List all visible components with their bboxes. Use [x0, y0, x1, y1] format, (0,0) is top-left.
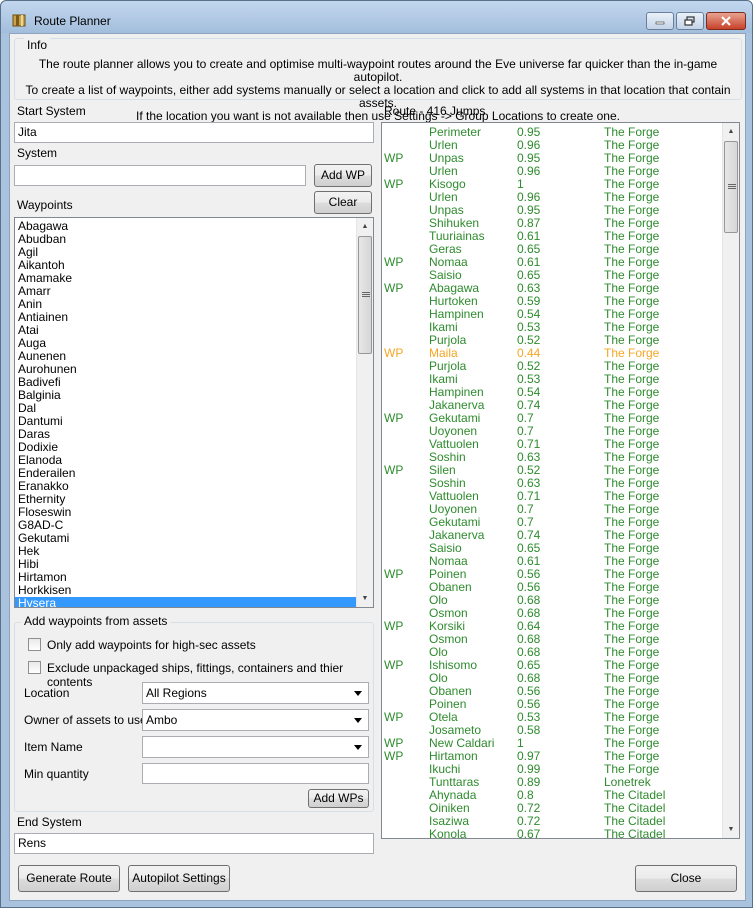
- route-planner-window: Route Planner Info The route planner all…: [0, 0, 753, 908]
- close-window-button[interactable]: [706, 12, 746, 30]
- maximize-button[interactable]: [676, 12, 704, 30]
- route-row[interactable]: Konola 0.67 The Citadel: [382, 828, 724, 839]
- waypoints-list[interactable]: Abagawa Abudban Agil Aikantoh Amamake Amarr An…: [14, 217, 374, 608]
- window-title: Route Planner: [34, 14, 111, 28]
- owner-select[interactable]: Ambo: [142, 709, 369, 731]
- scroll-down-icon[interactable]: ▼: [357, 590, 373, 607]
- waypoint-item[interactable]: Badivefi: [15, 376, 357, 389]
- system-label: System: [17, 146, 58, 160]
- waypoint-item[interactable]: Auga: [15, 337, 357, 350]
- route-waypoint-flag: WP: [384, 411, 404, 425]
- generate-route-button[interactable]: Generate Route: [18, 865, 120, 892]
- route-system: Konola: [429, 827, 467, 839]
- scroll-up-icon[interactable]: ▲: [723, 123, 739, 140]
- route-waypoint-flag: WP: [384, 281, 404, 295]
- info-text: The route planner allows you to create a…: [15, 58, 741, 123]
- autopilot-settings-button[interactable]: Autopilot Settings: [128, 865, 230, 892]
- add-wps-button[interactable]: Add WPs: [308, 789, 369, 808]
- waypoint-item[interactable]: Gekutami: [15, 532, 357, 545]
- route-waypoint-flag: WP: [384, 177, 404, 191]
- waypoint-item[interactable]: Amarr: [15, 285, 357, 298]
- waypoint-item[interactable]: Hek: [15, 545, 357, 558]
- route-waypoint-flag: WP: [384, 749, 404, 763]
- maximize-icon: [684, 16, 695, 26]
- chevron-down-icon: [354, 691, 362, 696]
- route-waypoint-flag: WP: [384, 255, 404, 269]
- location-value: All Regions: [146, 686, 207, 700]
- waypoints-label: Waypoints: [17, 198, 73, 212]
- waypoint-item[interactable]: Hysera: [15, 597, 357, 607]
- chevron-down-icon: [354, 745, 362, 750]
- title-bar[interactable]: Route Planner: [1, 1, 752, 33]
- waypoints-scrollbar[interactable]: ▲ ▼: [356, 218, 373, 607]
- minimize-button[interactable]: [646, 12, 674, 30]
- assets-group: Add waypoints from assets Only add waypo…: [14, 614, 374, 812]
- route-security: 0.67: [517, 827, 541, 839]
- info-line-2: To create a list of waypoints, either ad…: [25, 83, 731, 110]
- min-quantity-input[interactable]: [142, 763, 369, 784]
- waypoint-item[interactable]: Dodixie: [15, 441, 357, 454]
- route-waypoint-flag: WP: [384, 151, 404, 165]
- waypoint-item[interactable]: Floseswin: [15, 506, 357, 519]
- waypoint-item[interactable]: Abudban: [15, 233, 357, 246]
- start-system-label: Start System: [17, 104, 86, 118]
- route-scrollbar[interactable]: ▲ ▼: [722, 123, 739, 838]
- exclude-unpackaged-checkbox[interactable]: [28, 661, 41, 674]
- scroll-thumb[interactable]: [724, 141, 738, 233]
- route-waypoint-flag: WP: [384, 346, 404, 360]
- waypoint-item[interactable]: Dantumi: [15, 415, 357, 428]
- waypoint-item[interactable]: Balginia: [15, 389, 357, 402]
- location-select[interactable]: All Regions: [142, 682, 369, 704]
- scroll-up-icon[interactable]: ▲: [357, 218, 373, 235]
- route-waypoint-flag: WP: [384, 619, 404, 633]
- route-list[interactable]: Perimeter 0.95 The Forge Urlen 0.96 The Forge…: [381, 122, 740, 839]
- info-legend: Info: [24, 38, 51, 52]
- route-label: Route - 416 Jumps: [384, 104, 486, 118]
- item-name-label: Item Name: [24, 740, 83, 754]
- route-waypoint-flag: WP: [384, 567, 404, 581]
- waypoint-item[interactable]: Horkkisen: [15, 584, 357, 597]
- owner-value: Ambo: [146, 713, 178, 727]
- route-region: The Citadel: [604, 827, 666, 839]
- route-waypoint-flag: WP: [384, 658, 404, 672]
- waypoint-item[interactable]: Amamake: [15, 272, 357, 285]
- start-system-input[interactable]: Jita: [14, 122, 374, 143]
- close-icon: [721, 16, 731, 26]
- owner-label: Owner of assets to use: [24, 713, 147, 727]
- scroll-thumb[interactable]: [358, 236, 372, 354]
- close-button[interactable]: Close: [635, 865, 737, 892]
- waypoint-item[interactable]: Atai: [15, 324, 357, 337]
- location-label: Location: [24, 686, 70, 700]
- route-waypoint-flag: WP: [384, 710, 404, 724]
- map-icon: [12, 14, 26, 27]
- waypoint-item[interactable]: Eranakko: [15, 480, 357, 493]
- info-group: Info The route planner allows you to cre…: [14, 38, 742, 123]
- scroll-down-icon[interactable]: ▼: [723, 821, 739, 838]
- route-waypoint-flag: WP: [384, 463, 404, 477]
- waypoint-item[interactable]: Abagawa: [15, 220, 357, 233]
- waypoint-item[interactable]: Antiainen: [15, 311, 357, 324]
- only-highsec-checkbox[interactable]: [28, 638, 41, 651]
- client-area: Info The route planner allows you to cre…: [9, 33, 746, 901]
- system-input[interactable]: [14, 165, 306, 186]
- clear-button[interactable]: Clear: [314, 191, 372, 214]
- minimize-icon: [655, 21, 665, 25]
- end-system-input[interactable]: Rens: [14, 833, 374, 854]
- add-wp-button[interactable]: Add WP: [314, 164, 372, 187]
- waypoint-item[interactable]: Daras: [15, 428, 357, 441]
- end-system-label: End System: [17, 815, 82, 829]
- item-name-select[interactable]: [142, 736, 369, 758]
- waypoint-item[interactable]: Dal: [15, 402, 357, 415]
- assets-group-legend: Add waypoints from assets: [21, 614, 171, 628]
- only-highsec-label: Only add waypoints for high-sec assets: [47, 638, 256, 652]
- chevron-down-icon: [354, 718, 362, 723]
- info-line-1: The route planner allows you to create a…: [38, 57, 718, 84]
- waypoints-items: Abagawa Abudban Agil Aikantoh Amamake Amarr An…: [15, 220, 357, 607]
- waypoint-item[interactable]: Aurohunen: [15, 363, 357, 376]
- waypoint-item[interactable]: Agil: [15, 246, 357, 259]
- min-quantity-label: Min quantity: [24, 767, 89, 781]
